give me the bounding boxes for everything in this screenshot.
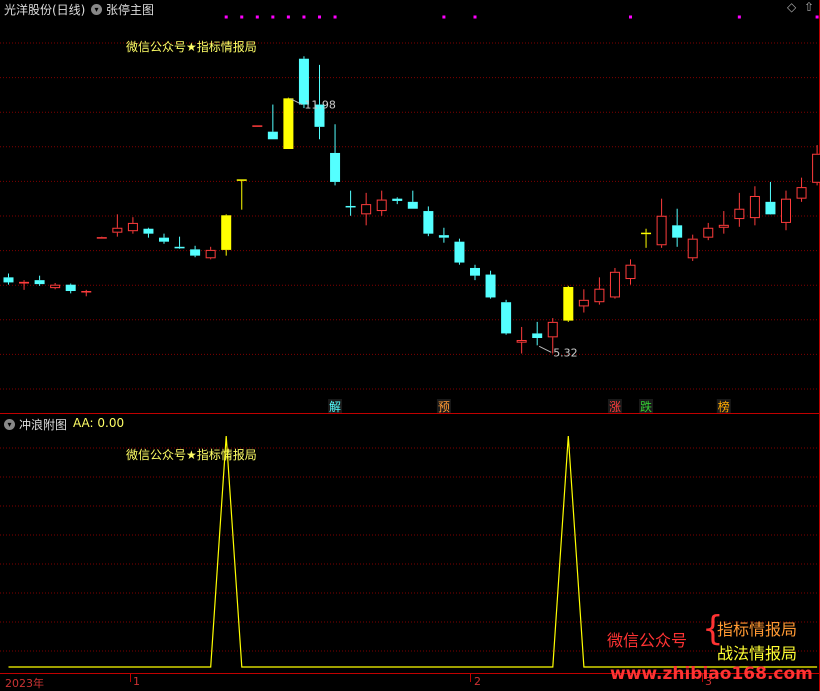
aa-line (8, 435, 818, 668)
signal-dot (286, 15, 290, 19)
marker-label: 解 (329, 400, 341, 414)
candle-body (796, 187, 807, 199)
candle-body (501, 302, 512, 334)
candle-body (376, 199, 387, 212)
candle-body (516, 339, 527, 343)
main-indicator-label[interactable]: 张停主图 (106, 1, 154, 18)
candle-body (190, 249, 201, 256)
candle-body (718, 224, 729, 228)
candle-body (563, 286, 574, 321)
candle-body (703, 227, 714, 238)
chevron-down-icon[interactable]: ▾ (91, 4, 102, 15)
candle-body (50, 284, 61, 289)
signal-dot (255, 15, 259, 19)
watermark-tactics-bureau: 战法情报局 (717, 644, 798, 663)
candle-body (438, 235, 449, 238)
x-axis-label-month-3: 3 (705, 675, 712, 688)
watermark-indicator-bureau: 指标情报局 (717, 620, 798, 639)
signal-dot (442, 15, 446, 19)
candle-body (345, 205, 356, 208)
candle-body (470, 267, 480, 276)
signal-dot (302, 15, 306, 19)
candle-body (252, 125, 263, 127)
candle-body (65, 284, 76, 292)
candle-body (578, 299, 589, 307)
candle-body (283, 98, 294, 149)
candle-body (112, 227, 123, 233)
signal-dot (473, 15, 477, 19)
signal-dot (737, 15, 741, 19)
candle-body (361, 204, 372, 215)
diamond-icon[interactable]: ◇ (787, 0, 796, 14)
candle-body (641, 232, 652, 235)
candle-body (127, 222, 138, 232)
candle-body (547, 321, 558, 338)
sub-chevron-down-icon[interactable]: ▾ (4, 419, 15, 430)
candle-body (672, 225, 683, 238)
candle-body (143, 228, 154, 234)
candle-body (330, 152, 341, 182)
candle-body (423, 211, 434, 234)
candle-body (392, 198, 403, 201)
chart-canvas[interactable]: 11.98 5.32 解 预 涨 跌 榜 (0, 0, 820, 691)
sub-value-readout: AA: 0.00 (73, 416, 125, 430)
low-arrow (538, 345, 552, 353)
candle-body (34, 280, 45, 285)
candle-body (407, 201, 418, 209)
candle-body (236, 179, 247, 181)
signal-dot (240, 15, 244, 19)
signal-dot (224, 15, 228, 19)
candle-body (19, 281, 30, 284)
chart-root: 11.98 5.32 解 预 涨 跌 榜 光洋股份(日线) ▾ 张停主图 ◇ ⇧ 微信公众号… (0, 0, 820, 691)
candle-body (485, 274, 496, 298)
candle-body (532, 333, 543, 339)
signal-dot (318, 15, 321, 19)
candle-body (454, 241, 465, 263)
candle-body (625, 264, 636, 280)
sub-watermark: 微信公众号★指标情报局 (126, 448, 257, 462)
candle-body (594, 288, 605, 303)
low-label: 5.32 (553, 346, 578, 359)
x-axis-label-month-1: 1 (133, 675, 140, 688)
candle-body (765, 201, 776, 215)
candle-body (159, 237, 169, 242)
candle-body (749, 195, 760, 219)
candle-body (81, 291, 92, 293)
watermark-wechat: 微信公众号 (607, 631, 688, 650)
signal-dot (629, 15, 632, 19)
marker-label: 涨 (609, 399, 621, 414)
candle-body (812, 153, 820, 183)
candle-body (96, 237, 107, 239)
candle-body (781, 198, 791, 223)
candle-body (687, 238, 698, 259)
candle-body (205, 249, 216, 259)
signal-dot (271, 15, 275, 19)
candle-body (609, 271, 620, 298)
candle-body (174, 246, 185, 249)
x-axis-label-year: 2023年 (5, 677, 44, 690)
candle-body (221, 215, 232, 250)
marker-label: 榜 (718, 399, 730, 414)
candle-body (656, 215, 667, 246)
candle-body (3, 277, 14, 283)
signal-dot (815, 15, 819, 19)
candle-body (734, 208, 745, 220)
signal-dot (333, 15, 337, 19)
candle-body (267, 131, 278, 140)
marker-label: 跌 (640, 399, 652, 414)
main-watermark: 微信公众号★指标情报局 (126, 40, 257, 54)
x-axis-label-month-2: 2 (474, 675, 481, 688)
arrow-up-icon[interactable]: ⇧ (804, 0, 814, 14)
sub-indicator-label[interactable]: 冲浪附图 (19, 416, 67, 433)
stock-title: 光洋股份(日线) (4, 3, 86, 17)
marker-label: 预 (438, 400, 450, 414)
high-label: 11.98 (304, 99, 336, 112)
